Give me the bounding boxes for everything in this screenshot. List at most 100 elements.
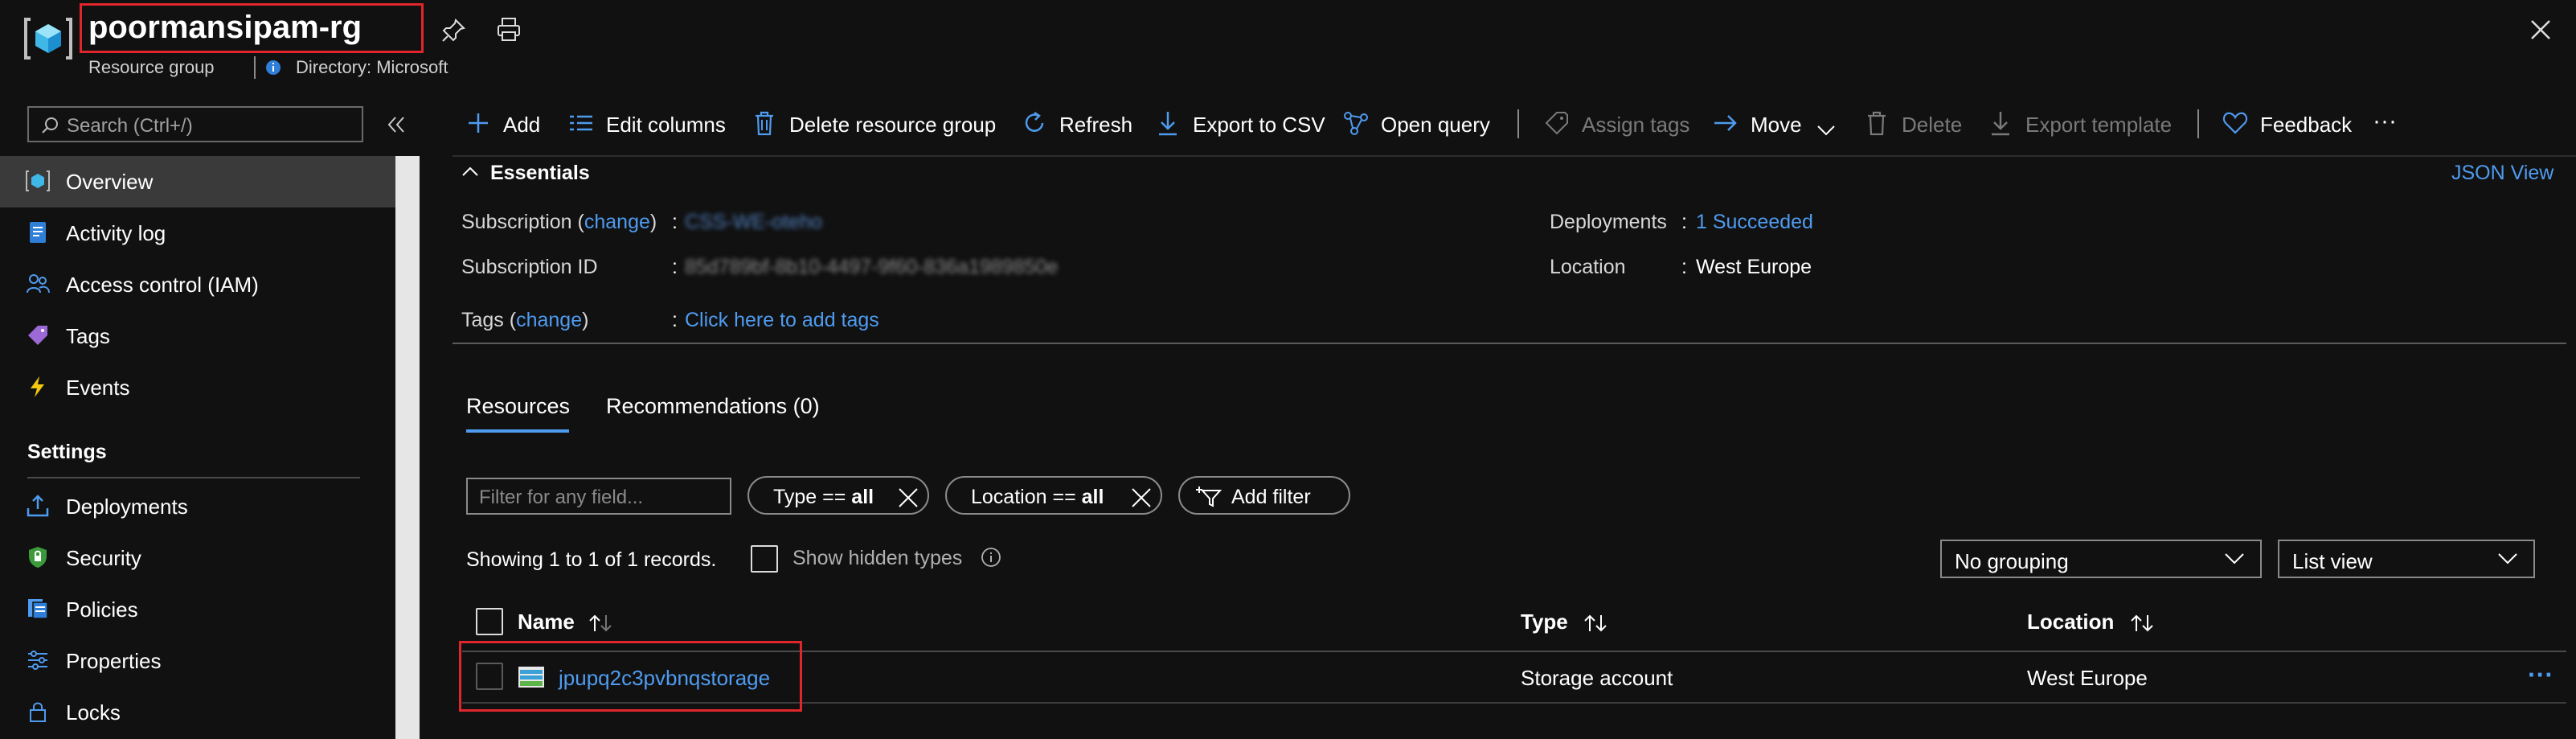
- deployments-link[interactable]: 1 Succeeded: [1696, 211, 1813, 234]
- subscription-id-colon: :: [672, 256, 678, 278]
- essentials-heading[interactable]: Essentials: [490, 162, 590, 185]
- lightning-icon: [26, 375, 50, 399]
- export-csv-button[interactable]: Export to CSV: [1154, 108, 1325, 140]
- column-header-location[interactable]: Location: [2027, 610, 2156, 634]
- chevron-down-icon: [2496, 551, 2519, 567]
- resource-type-cell: Storage account: [1521, 666, 1673, 690]
- arrow-right-icon: [1712, 109, 1739, 137]
- sidebar-item-security[interactable]: Security: [0, 532, 395, 584]
- select-all-checkbox[interactable]: [476, 608, 503, 635]
- records-count: Showing 1 to 1 of 1 records.: [466, 548, 717, 571]
- refresh-button[interactable]: Refresh: [1021, 108, 1133, 140]
- plus-icon: [465, 109, 492, 137]
- sidebar-item-label: Access control (IAM): [66, 273, 259, 297]
- open-query-button[interactable]: Open query: [1342, 108, 1500, 140]
- sidebar-item-overview[interactable]: Overview: [0, 156, 395, 207]
- location-label: Location: [1550, 256, 1626, 278]
- filter-input[interactable]: Filter for any field...: [466, 478, 731, 515]
- tags-colon: :: [672, 309, 678, 331]
- column-header-type[interactable]: Type: [1521, 610, 1609, 634]
- shield-icon: [26, 545, 50, 569]
- lock-icon: [26, 700, 50, 724]
- assign-tags-button[interactable]: Assign tags: [1543, 108, 1696, 140]
- info-circle-icon: [981, 547, 1001, 568]
- policies-icon: [26, 597, 50, 621]
- add-tags-link[interactable]: Click here to add tags: [685, 309, 879, 332]
- resource-type-label: Resource group: [88, 57, 215, 77]
- sidebar-item-label: Overview: [66, 170, 154, 194]
- search-placeholder: Search (Ctrl+/): [67, 115, 193, 137]
- feedback-button[interactable]: Feedback: [2222, 108, 2366, 140]
- grouping-dropdown[interactable]: No grouping: [1940, 540, 2262, 578]
- pin-icon[interactable]: [440, 18, 466, 43]
- sidebar-item-tags[interactable]: Tags: [0, 310, 395, 362]
- sort-icon: [2128, 614, 2156, 633]
- more-actions-button[interactable]: ···: [2373, 108, 2397, 140]
- close-icon[interactable]: [2529, 18, 2553, 42]
- sidebar-item-label: Tags: [66, 324, 110, 348]
- settings-divider: [27, 477, 360, 478]
- download-icon: [1987, 109, 2014, 137]
- location-colon: :: [1681, 256, 1687, 278]
- delete-resource-group-button[interactable]: Delete resource group: [751, 108, 1000, 140]
- column-header-name[interactable]: Name: [518, 610, 614, 634]
- view-dropdown[interactable]: List view: [2278, 540, 2535, 578]
- sidebar-item-activity-log[interactable]: Activity log: [0, 207, 395, 259]
- chevron-down-icon: [1816, 117, 1836, 136]
- header-divider: [254, 56, 256, 79]
- people-icon: [26, 272, 50, 296]
- sidebar-item-label: Security: [66, 546, 141, 570]
- properties-icon: [26, 648, 50, 672]
- toolbar-separator: [2197, 109, 2199, 138]
- download-icon: [1154, 109, 1182, 137]
- tab-recommendations[interactable]: Recommendations (0): [606, 394, 820, 419]
- resource-highlight-box: [459, 641, 802, 712]
- show-hidden-types-checkbox[interactable]: [751, 545, 778, 573]
- chevron-down-icon: [2223, 551, 2246, 567]
- collapse-sidebar-icon[interactable]: [384, 114, 408, 135]
- tab-resources[interactable]: Resources: [466, 394, 570, 419]
- location-value: West Europe: [1696, 256, 1812, 278]
- toolbar-separator: [1517, 109, 1519, 138]
- sidebar-search-input[interactable]: Search (Ctrl+/): [27, 106, 363, 142]
- move-button[interactable]: Move: [1712, 108, 1841, 140]
- remove-filter-icon[interactable]: [1130, 487, 1153, 509]
- export-template-button[interactable]: Export template: [1987, 108, 2180, 140]
- tag-icon: [1543, 109, 1571, 137]
- subscription-label: Subscription (change): [461, 211, 657, 233]
- sidebar-item-policies[interactable]: Policies: [0, 584, 395, 635]
- remove-filter-icon[interactable]: [897, 487, 919, 509]
- sidebar-item-label: Policies: [66, 597, 138, 622]
- json-view-link[interactable]: JSON View: [2451, 162, 2553, 185]
- row-more-button[interactable]: ···: [2528, 660, 2553, 690]
- sidebar-item-events[interactable]: Events: [0, 362, 395, 413]
- tags-change-link[interactable]: change: [516, 309, 582, 331]
- location-filter-pill[interactable]: Location == all: [945, 476, 1162, 515]
- add-filter-icon: [1194, 484, 1222, 508]
- resource-location-cell: West Europe: [2027, 666, 2148, 690]
- type-filter-pill[interactable]: Type == all: [747, 476, 929, 515]
- filter-placeholder: Filter for any field...: [479, 487, 644, 508]
- query-icon: [1342, 109, 1370, 137]
- sidebar-item-label: Properties: [66, 649, 162, 673]
- delete-button[interactable]: Delete: [1863, 108, 1968, 140]
- show-hidden-types-label: Show hidden types: [792, 547, 963, 569]
- subscription-change-link[interactable]: change: [584, 211, 650, 233]
- sidebar-item-access-control[interactable]: Access control (IAM): [0, 259, 395, 310]
- heart-icon: [2222, 109, 2249, 137]
- info-icon: [265, 60, 281, 76]
- subscription-value-link[interactable]: CSS-WE-oteho: [685, 211, 822, 234]
- tags-label: Tags (change): [461, 309, 589, 331]
- sidebar-item-deployments[interactable]: Deployments: [0, 481, 395, 532]
- sidebar-item-locks[interactable]: Locks: [0, 687, 395, 738]
- add-filter-button[interactable]: Add filter: [1178, 476, 1350, 515]
- sidebar-item-properties[interactable]: Properties: [0, 635, 395, 687]
- sidebar-scrollbar[interactable]: [395, 156, 420, 739]
- chevron-up-icon[interactable]: [461, 165, 479, 178]
- essentials-divider: [453, 343, 2566, 344]
- print-icon[interactable]: [495, 16, 522, 43]
- search-icon: [40, 116, 59, 135]
- edit-columns-icon: [567, 109, 595, 137]
- add-button[interactable]: Add: [465, 108, 553, 140]
- edit-columns-button[interactable]: Edit columns: [567, 108, 736, 140]
